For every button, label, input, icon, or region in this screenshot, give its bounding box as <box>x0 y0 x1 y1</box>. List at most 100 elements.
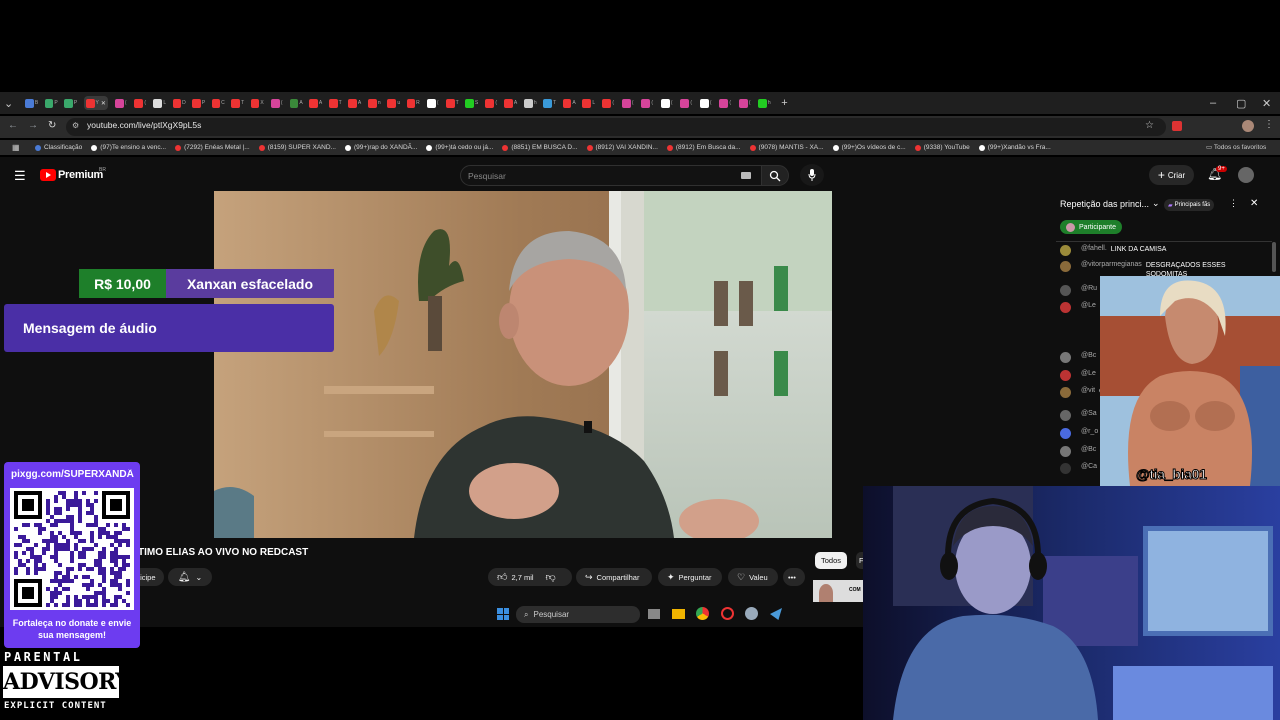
chat-menu-icon[interactable]: ⋮ <box>1229 198 1238 209</box>
like-button[interactable]: 👍︎ 2,7 mil 👎︎ <box>488 568 572 586</box>
tab-search-icon[interactable]: ⌄ <box>4 97 13 110</box>
video-player[interactable] <box>214 191 832 538</box>
bookmark-item[interactable]: (99+)rap do XANDÃ... <box>344 144 417 151</box>
browser-tab[interactable]: ( <box>621 96 634 110</box>
bookmark-item[interactable]: (8912) Em Busca da... <box>666 144 741 151</box>
new-tab-button[interactable]: + <box>781 97 787 109</box>
browser-tab[interactable]: ( <box>485 96 498 110</box>
chat-header[interactable]: Repetição das princi... <box>1060 199 1149 209</box>
bookmark-item[interactable]: (99+)tá cedo ou já... <box>426 144 493 151</box>
browser-tab[interactable]: X <box>250 96 264 110</box>
minimize-button[interactable]: – <box>1210 97 1216 109</box>
browser-tab[interactable]: L <box>582 96 595 110</box>
file-explorer-icon[interactable] <box>672 609 685 619</box>
browser-tab[interactable]: ( <box>602 96 615 110</box>
tab-close-icon[interactable]: ✕ <box>101 100 106 107</box>
browser-tab[interactable]: ( <box>426 96 439 110</box>
ask-button[interactable]: ✦ Perguntar <box>658 568 722 586</box>
browser-tab[interactable]: n <box>367 96 381 110</box>
browser-tab[interactable]: A <box>504 96 517 110</box>
create-button[interactable]: + Criar <box>1149 165 1194 185</box>
bookmark-item[interactable]: (97)Te ensino a venc... <box>91 144 166 151</box>
browser-tab[interactable]: T <box>543 96 556 110</box>
browser-tab[interactable]: Y ✕ <box>83 96 108 110</box>
brand-label[interactable]: Premium <box>58 169 103 181</box>
apps-icon[interactable]: ▦ <box>12 143 20 152</box>
browser-tab[interactable]: ( <box>738 96 751 110</box>
browser-tab[interactable]: ( <box>719 96 732 110</box>
extension-icon[interactable] <box>1172 121 1182 131</box>
share-button[interactable]: ↪ Compartilhar <box>576 568 652 586</box>
account-avatar[interactable] <box>1238 167 1254 183</box>
task-view-icon[interactable] <box>648 609 660 619</box>
telegram-icon[interactable] <box>770 608 782 620</box>
participant-chip[interactable]: Participante <box>1060 220 1122 234</box>
browser-tab[interactable]: B <box>25 96 38 110</box>
bookmark-item[interactable]: (8912) VAI XANDIN... <box>586 144 658 151</box>
forward-button[interactable]: → <box>28 120 38 131</box>
search-button[interactable] <box>761 165 789 186</box>
bookmark-item[interactable]: Classificação <box>35 144 82 151</box>
bookmark-item[interactable]: (9078) MANTIS - XA... <box>749 144 824 151</box>
browser-tab[interactable]: P <box>192 96 205 110</box>
browser-tab[interactable]: C <box>211 96 225 110</box>
browser-tab[interactable]: P <box>64 96 77 110</box>
chrome-icon[interactable] <box>696 607 709 620</box>
back-button[interactable]: ← <box>8 120 18 131</box>
bookmark-item[interactable]: (99+)Os vídeos de c... <box>832 144 906 151</box>
browser-tab[interactable]: ( <box>134 96 147 110</box>
top-fans-chip[interactable]: ▰ Principais fãs <box>1164 199 1215 211</box>
app-icon-red[interactable] <box>721 607 734 620</box>
bookmark-item[interactable]: (9338) YouTube <box>914 144 970 151</box>
window-close-button[interactable]: ✕ <box>1262 97 1271 110</box>
browser-menu-icon[interactable]: ⋮ <box>1264 119 1274 130</box>
browser-tab[interactable]: D <box>172 96 186 110</box>
taskbar-search-input[interactable]: ⌕ Pesquisar <box>516 606 640 623</box>
browser-tab[interactable]: h <box>523 96 537 110</box>
address-bar[interactable] <box>66 118 1166 136</box>
browser-tab[interactable]: ( <box>641 96 654 110</box>
subscribe-bell-button[interactable]: 🔔︎ ⌄ <box>168 568 212 586</box>
voice-search-button[interactable] <box>800 164 824 186</box>
browser-tab[interactable]: ( <box>270 96 283 110</box>
browser-tab[interactable]: L <box>153 96 166 110</box>
filter-chip-next[interactable]: F <box>856 552 863 569</box>
browser-tab[interactable]: A <box>309 96 322 110</box>
browser-tab[interactable]: ( <box>114 96 127 110</box>
profile-avatar[interactable] <box>1242 120 1254 132</box>
site-info-icon[interactable]: ⚙ <box>72 121 79 130</box>
browser-tab[interactable]: S <box>465 96 478 110</box>
recommended-thumbnail[interactable]: COM <box>813 580 863 602</box>
filter-chip-all[interactable]: Todos <box>815 552 848 569</box>
bookmark-item[interactable]: (8159) SUPER XAND... <box>258 144 336 151</box>
bookmark-item[interactable]: (8851) EM BUSCA D... <box>502 144 578 151</box>
maximize-button[interactable]: ▢ <box>1236 97 1246 110</box>
browser-tab[interactable]: A <box>289 96 303 110</box>
browser-tab[interactable]: R <box>406 96 420 110</box>
browser-tab[interactable]: P <box>44 96 58 110</box>
browser-tab[interactable]: h <box>757 96 771 110</box>
browser-tab[interactable]: A <box>348 96 361 110</box>
browser-tab[interactable]: T <box>231 96 244 110</box>
thanks-button[interactable]: ♡ Valeu <box>728 568 778 586</box>
bookmark-item[interactable]: (7292) Enéas Metal |... <box>175 144 250 151</box>
reload-button[interactable]: ↻ <box>48 120 56 131</box>
bookmark-star-icon[interactable]: ☆ <box>1145 120 1154 131</box>
keyboard-icon[interactable] <box>741 172 751 179</box>
browser-tab[interactable]: u <box>387 96 400 110</box>
browser-tab[interactable]: T <box>445 96 459 110</box>
browser-tab[interactable]: T <box>328 96 342 110</box>
browser-tab[interactable]: ( <box>680 96 693 110</box>
all-favorites-link[interactable]: ▭ Todos os favoritos <box>1206 143 1266 151</box>
chat-mode-chevron-icon[interactable]: ⌄ <box>1152 198 1160 209</box>
chat-message[interactable]: @fahell. LINK DA CAMISA <box>1060 245 1260 256</box>
chat-scrollbar[interactable] <box>1272 242 1276 272</box>
bookmark-item[interactable]: (99+)Xandão vs Fra... <box>978 144 1051 151</box>
hamburger-menu-icon[interactable]: ☰ <box>14 168 26 184</box>
windows-start-icon[interactable] <box>497 608 509 620</box>
more-actions-button[interactable]: ••• <box>783 568 805 586</box>
youtube-logo-icon[interactable] <box>40 169 56 181</box>
settings-icon[interactable] <box>745 607 758 620</box>
chat-close-icon[interactable]: ✕ <box>1250 198 1258 209</box>
browser-tab[interactable]: A <box>562 96 576 110</box>
